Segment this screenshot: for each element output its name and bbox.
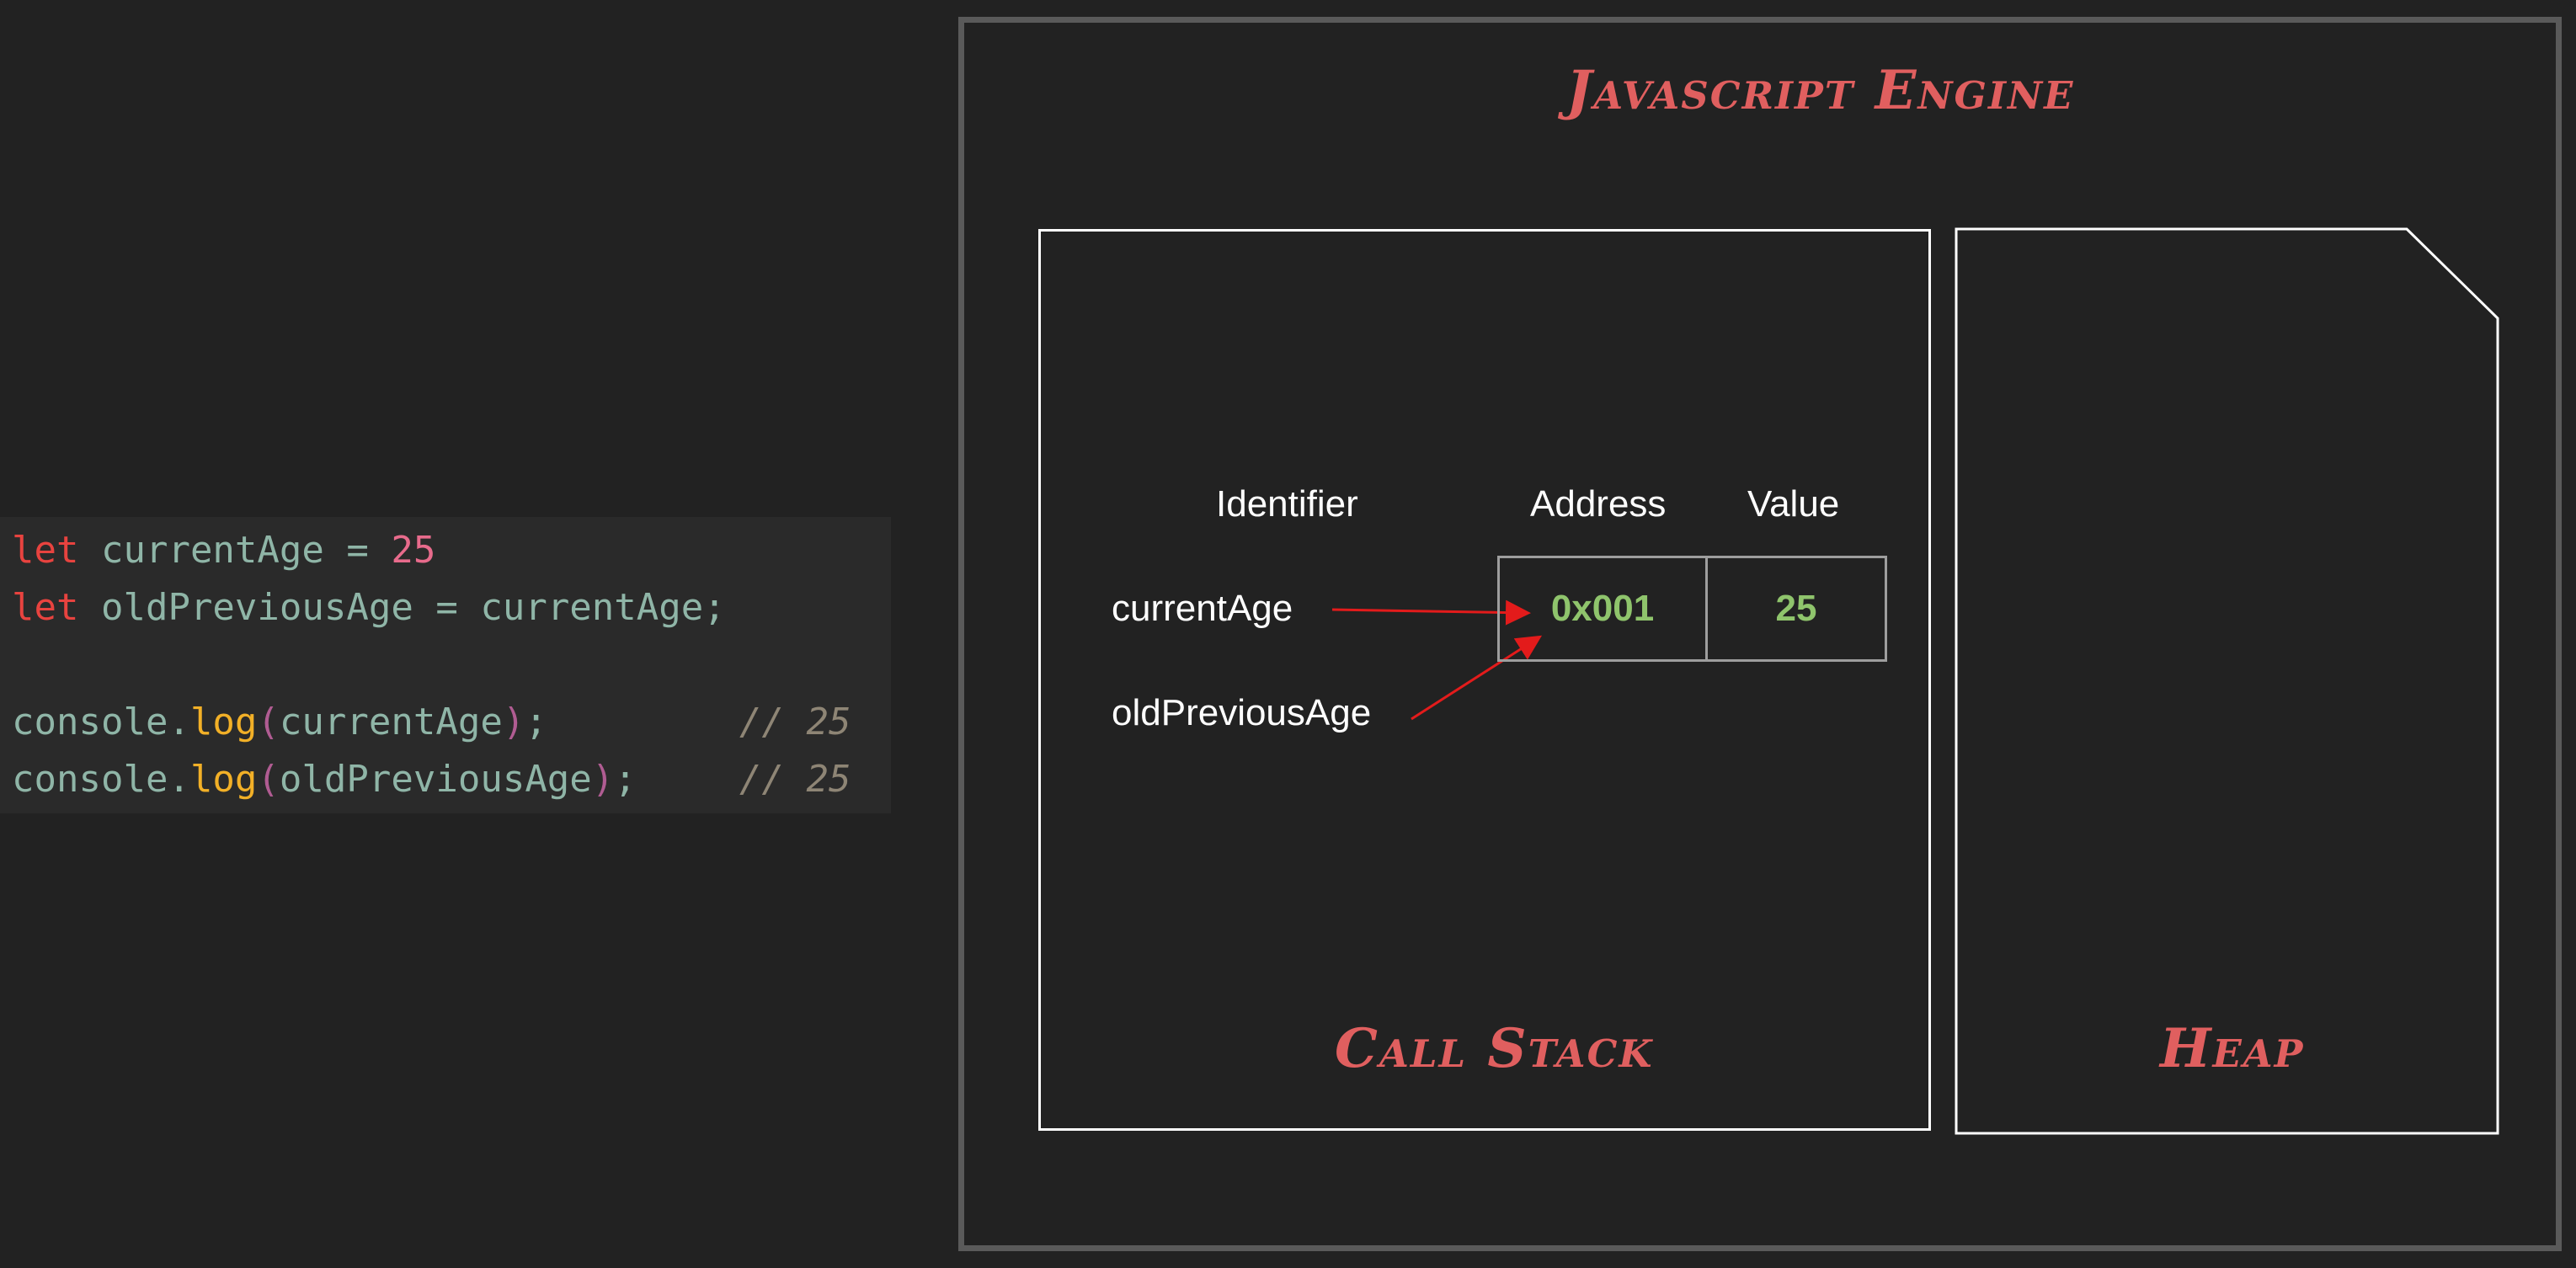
header-address: Address <box>1530 483 1667 525</box>
identifier-oldPreviousAge: oldPreviousAge <box>1112 692 1372 733</box>
header-identifier: Identifier <box>1216 483 1358 525</box>
header-value: Value <box>1747 483 1840 525</box>
call-stack-title: Call Stack <box>1335 1017 1654 1080</box>
identifier-currentAge: currentAge <box>1112 588 1293 629</box>
memory-address-cell: 0x001 <box>1497 556 1708 662</box>
memory-value-cell: 25 <box>1705 556 1887 662</box>
heap-title: Heap <box>2160 1017 2305 1080</box>
heap-box <box>1955 227 2499 1135</box>
